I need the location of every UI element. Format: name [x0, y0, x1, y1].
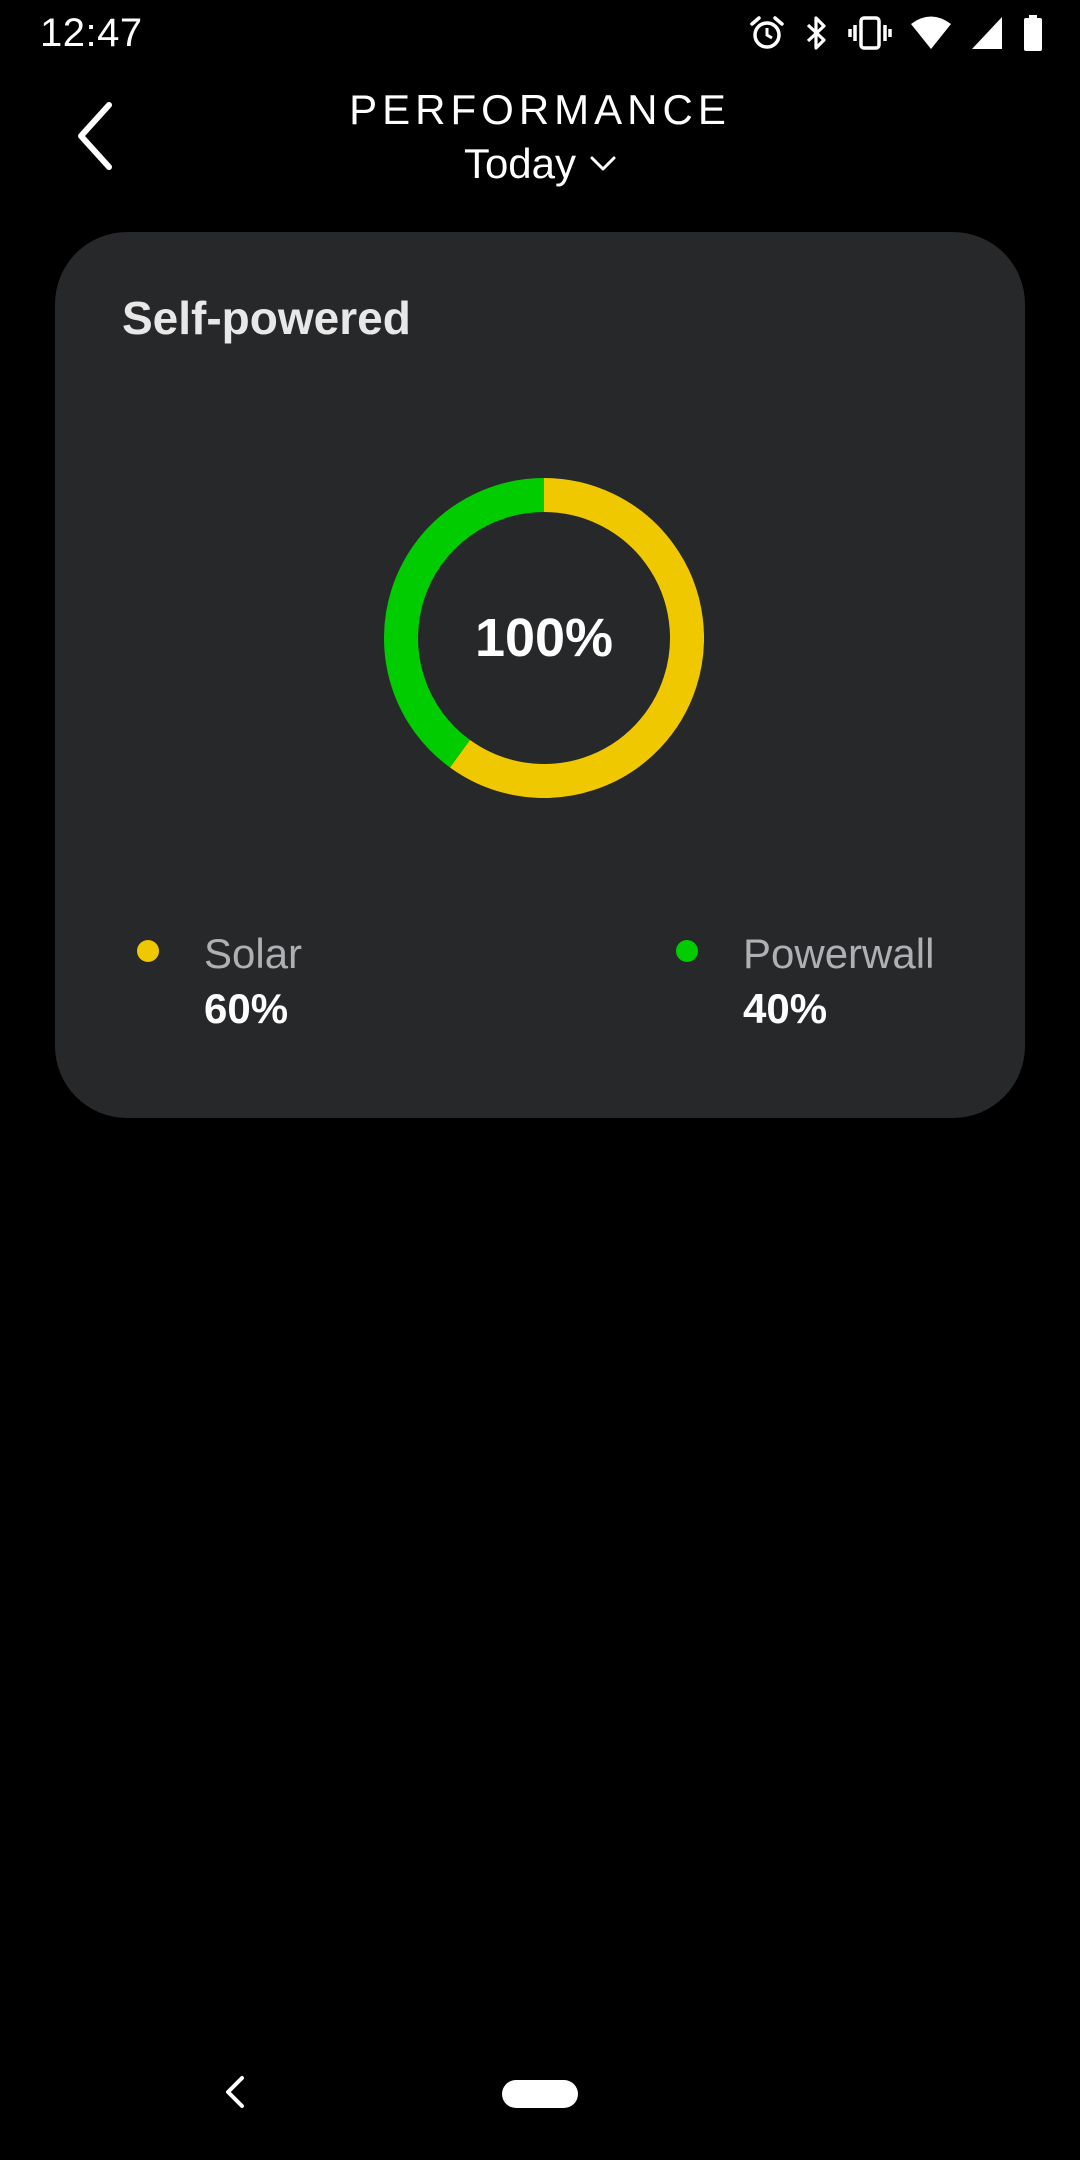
nav-back-button[interactable] [220, 2072, 250, 2112]
self-powered-card: Self-powered 100% Solar 60% Powerwall 40… [55, 232, 1025, 1118]
period-label: Today [463, 140, 577, 187]
cell-signal-icon [972, 17, 1002, 49]
legend-dot-powerwall [676, 940, 698, 962]
legend-label-solar: Solar [204, 930, 303, 977]
legend-value-solar: 60% [204, 985, 289, 1032]
page-title: PERFORMANCE [349, 86, 731, 133]
card-title: Self-powered [122, 292, 411, 344]
status-bar: 12:47 [0, 0, 1080, 66]
legend-label-powerwall: Powerwall [743, 930, 935, 977]
nav-back-icon [226, 2076, 244, 2108]
donut-center-value: 100% [474, 608, 614, 668]
legend-value-powerwall: 40% [743, 985, 828, 1032]
period-selector[interactable]: Today [0, 136, 1080, 192]
alarm-icon [750, 16, 784, 49]
vibrate-icon [848, 16, 892, 50]
chevron-down-icon [590, 156, 616, 171]
bluetooth-icon [806, 16, 826, 50]
legend-dot-solar [137, 940, 159, 962]
home-pill-icon[interactable] [502, 2080, 578, 2108]
wifi-icon [911, 16, 951, 49]
battery-icon [1024, 15, 1042, 51]
status-time: 12:47 [40, 11, 143, 55]
status-icons [748, 12, 1044, 54]
